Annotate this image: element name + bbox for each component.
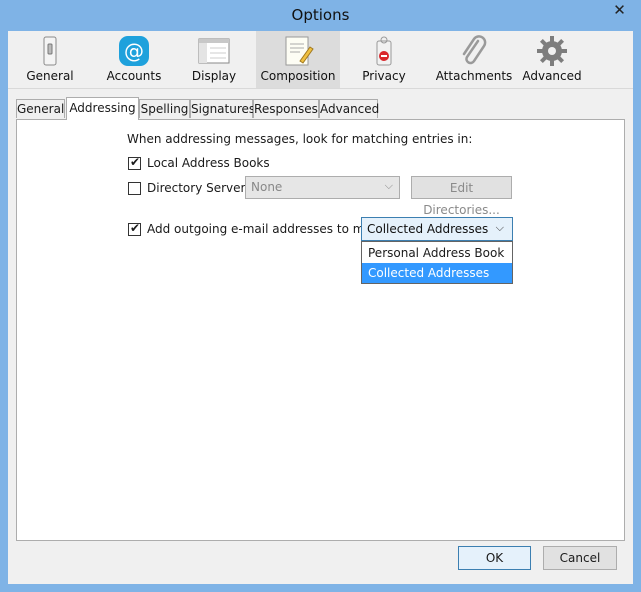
- category-toolbar: General @ Accounts Display Composition P…: [8, 31, 633, 89]
- address-book-dropdown-list: Personal Address Book Collected Addresse…: [361, 241, 513, 284]
- toolbar-label: Privacy: [362, 69, 406, 83]
- address-book-select[interactable]: Collected Addresses ⌵: [361, 217, 513, 241]
- tab-spelling[interactable]: Spelling: [139, 99, 190, 118]
- chevron-down-icon: ⌵: [384, 179, 393, 192]
- svg-text:@: @: [124, 39, 144, 63]
- client-area: General @ Accounts Display Composition P…: [8, 31, 633, 584]
- window-title: Options: [291, 6, 350, 24]
- at-sign-icon: @: [119, 36, 149, 66]
- display-window-icon: [198, 38, 230, 64]
- ok-button[interactable]: OK: [458, 546, 531, 570]
- toolbar-privacy[interactable]: Privacy: [344, 31, 424, 88]
- directory-server-checkbox[interactable]: [128, 182, 141, 195]
- check-icon: ✔: [130, 221, 141, 235]
- toolbar-accounts[interactable]: @ Accounts: [94, 31, 174, 88]
- title-bar[interactable]: Options ✕: [0, 0, 641, 30]
- tab-responses[interactable]: Responses: [253, 99, 319, 118]
- addressing-panel: When addressing messages, look for match…: [16, 119, 625, 541]
- tab-addressing[interactable]: Addressing: [66, 97, 139, 120]
- toolbar-attachments[interactable]: Attachments: [424, 31, 524, 88]
- privacy-tag-icon: [376, 36, 392, 66]
- directory-server-label: Directory Server:: [147, 181, 250, 195]
- toolbar-label: Advanced: [522, 69, 582, 83]
- local-address-books-checkbox[interactable]: ✔: [128, 155, 141, 170]
- add-outgoing-label: Add outgoing e-mail addresses to my:: [147, 222, 375, 236]
- add-outgoing-checkbox[interactable]: ✔: [128, 221, 141, 236]
- toolbar-label: Composition: [260, 69, 336, 83]
- toolbar-label: Accounts: [106, 69, 162, 83]
- local-address-books-label: Local Address Books: [147, 156, 270, 170]
- address-book-select-value: Collected Addresses: [367, 222, 489, 236]
- check-icon: ✔: [130, 155, 141, 169]
- close-button[interactable]: ✕: [605, 1, 634, 20]
- cancel-button[interactable]: Cancel: [543, 546, 617, 570]
- directory-server-select: None ⌵: [245, 176, 400, 199]
- toolbar-display[interactable]: Display: [174, 31, 254, 88]
- intro-text: When addressing messages, look for match…: [127, 132, 473, 146]
- toolbar-composition[interactable]: Composition: [256, 31, 340, 88]
- toolbar-label: Display: [191, 69, 237, 83]
- general-switch-icon: [43, 36, 57, 66]
- gear-icon: [537, 36, 567, 66]
- options-window: Options ✕ General @ Accounts Display Com…: [0, 0, 641, 592]
- directory-server-value: None: [251, 180, 283, 194]
- chevron-down-icon: ⌵: [495, 221, 504, 234]
- tab-signatures[interactable]: Signatures: [190, 99, 255, 118]
- tab-general[interactable]: General: [16, 99, 65, 118]
- toolbar-label: Attachments: [435, 69, 513, 83]
- paperclip-icon: [462, 35, 487, 65]
- dropdown-option-collected[interactable]: Collected Addresses: [362, 263, 512, 283]
- toolbar-advanced[interactable]: Advanced: [514, 31, 590, 88]
- tab-advanced[interactable]: Advanced: [319, 99, 379, 118]
- edit-directories-button: Edit Directories...: [411, 176, 512, 217]
- composition-notepad-icon: [285, 36, 314, 66]
- toolbar-general[interactable]: General: [10, 31, 90, 88]
- dropdown-option-personal[interactable]: Personal Address Book: [362, 243, 512, 263]
- toolbar-label: General: [26, 69, 74, 83]
